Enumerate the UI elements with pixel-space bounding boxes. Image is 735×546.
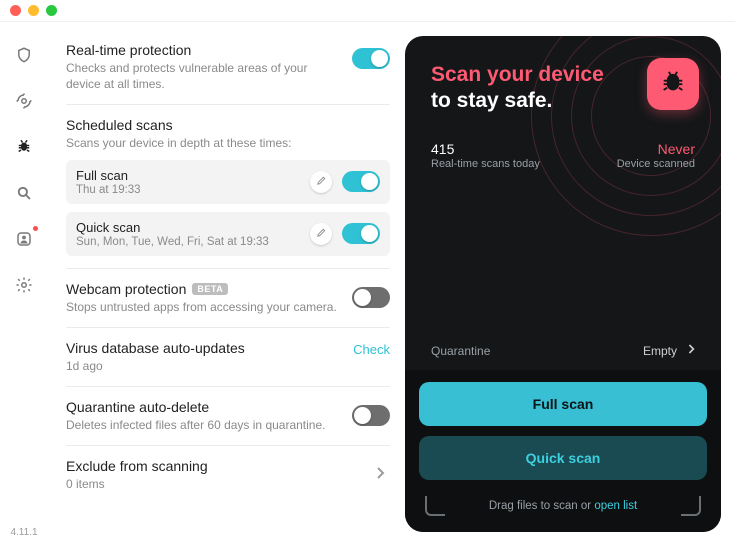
scan-title: Quick scan xyxy=(76,220,300,235)
pencil-icon xyxy=(316,174,327,189)
bug-icon xyxy=(659,69,687,100)
full-scan-button[interactable]: Full scan xyxy=(419,382,707,426)
zoom-window-button[interactable] xyxy=(46,5,57,16)
pencil-icon xyxy=(316,226,327,241)
sidebar-item-search[interactable] xyxy=(12,182,36,206)
search-icon xyxy=(15,184,33,205)
sidebar-item-radar[interactable] xyxy=(12,90,36,114)
scan-toggle[interactable] xyxy=(342,223,380,244)
section-title: Real-time protection xyxy=(66,42,342,58)
chevron-right-icon xyxy=(370,466,390,480)
minimize-window-button[interactable] xyxy=(28,5,39,16)
quarantine-label: Quarantine xyxy=(431,344,490,358)
window-titlebar xyxy=(0,0,735,22)
webcam-toggle[interactable] xyxy=(352,287,390,308)
quarantine-auto-toggle[interactable] xyxy=(352,405,390,426)
section-db-update: Virus database auto-updates 1d ago Check xyxy=(66,328,390,387)
sidebar-item-account[interactable] xyxy=(12,228,36,252)
radar-icon xyxy=(15,92,33,113)
section-sub: Checks and protects vulnerable areas of … xyxy=(66,60,342,92)
section-quarantine-auto: Quarantine auto-delete Deletes infected … xyxy=(66,387,390,446)
section-title: Scheduled scans xyxy=(66,117,390,133)
realtime-toggle[interactable] xyxy=(352,48,390,69)
person-icon xyxy=(15,230,33,251)
beta-badge: BETA xyxy=(192,283,228,295)
close-window-button[interactable] xyxy=(10,5,21,16)
alert-dot-icon xyxy=(33,226,38,231)
scheduled-scan-row: Quick scan Sun, Mon, Tue, Wed, Fri, Sat … xyxy=(66,212,390,256)
quarantine-value: Empty xyxy=(643,344,677,358)
section-scheduled: Scheduled scans Scans your device in dep… xyxy=(66,105,390,268)
scan-toggle[interactable] xyxy=(342,171,380,192)
settings-pane: Real-time protection Checks and protects… xyxy=(48,22,401,546)
realtime-scans-value: 415 xyxy=(431,141,540,157)
bug-icon xyxy=(15,138,33,159)
section-title: Quarantine auto-delete xyxy=(66,399,342,415)
drop-text: Drag files to scan or xyxy=(489,500,594,512)
section-sub: Scans your device in depth at these time… xyxy=(66,135,390,151)
chevron-right-icon xyxy=(687,343,695,358)
section-sub: 1d ago xyxy=(66,358,343,374)
check-updates-link[interactable]: Check xyxy=(353,342,390,357)
scheduled-scan-row: Full scan Thu at 19:33 xyxy=(66,160,390,204)
app-version: 4.11.1 xyxy=(0,527,48,538)
section-exclude[interactable]: Exclude from scanning 0 items xyxy=(66,446,390,504)
sidebar: 4.11.1 xyxy=(0,22,48,546)
quick-scan-button[interactable]: Quick scan xyxy=(419,436,707,480)
device-scanned-label: Device scanned xyxy=(617,158,695,170)
open-list-link[interactable]: open list xyxy=(594,500,637,512)
section-title: Webcam protection xyxy=(66,281,186,297)
headline-accent: Scan your device xyxy=(431,63,604,86)
section-sub: Deletes infected files after 60 days in … xyxy=(66,417,342,433)
shield-icon xyxy=(15,46,33,67)
quarantine-row[interactable]: Quarantine Empty xyxy=(405,331,721,370)
device-scanned-value: Never xyxy=(617,141,695,157)
section-sub: Stops untrusted apps from accessing your… xyxy=(66,299,342,315)
bracket-right-icon xyxy=(681,496,701,516)
threat-status-badge xyxy=(647,58,699,110)
edit-scan-button[interactable] xyxy=(310,223,332,245)
scan-schedule: Thu at 19:33 xyxy=(76,184,300,196)
section-webcam: Webcam protection BETA Stops untrusted a… xyxy=(66,269,390,328)
headline-rest: to stay safe. xyxy=(431,89,552,112)
realtime-scans-label: Real-time scans today xyxy=(431,158,540,170)
section-title: Virus database auto-updates xyxy=(66,340,343,356)
section-title: Exclude from scanning xyxy=(66,458,360,474)
sidebar-item-protection[interactable] xyxy=(12,44,36,68)
gear-icon xyxy=(15,276,33,297)
drop-zone[interactable]: Drag files to scan or open list xyxy=(419,490,707,518)
scan-schedule: Sun, Mon, Tue, Wed, Fri, Sat at 19:33 xyxy=(76,236,300,248)
scan-panel: Scan your device to stay safe. 415 Real-… xyxy=(405,36,721,532)
edit-scan-button[interactable] xyxy=(310,171,332,193)
section-realtime: Real-time protection Checks and protects… xyxy=(66,42,390,105)
scan-title: Full scan xyxy=(76,168,300,183)
sidebar-item-settings[interactable] xyxy=(12,274,36,298)
sidebar-item-antivirus[interactable] xyxy=(12,136,36,160)
section-sub: 0 items xyxy=(66,476,360,492)
bracket-left-icon xyxy=(425,496,445,516)
